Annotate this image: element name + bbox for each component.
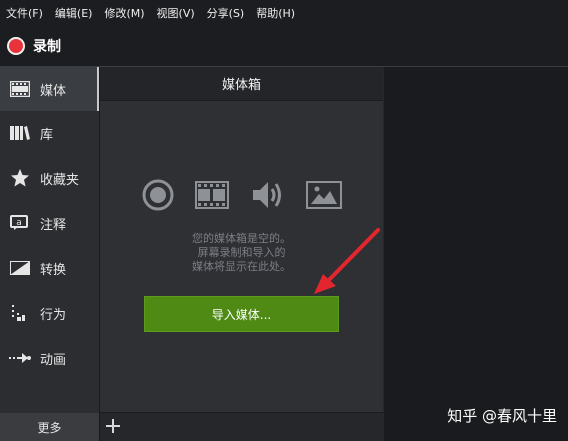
record-label: 录制 — [33, 39, 61, 55]
import-media-button[interactable]: 导入媒体... — [144, 296, 339, 332]
behavior-icon — [9, 302, 31, 324]
add-icon[interactable] — [102, 415, 124, 437]
media-type-icons — [142, 179, 342, 215]
audio-media-icon — [251, 179, 285, 215]
sidebar-item-favorites[interactable]: 收藏夹 — [0, 156, 99, 200]
menu-edit[interactable]: 编辑(E) — [49, 5, 99, 21]
sidebar-item-label: 行为 — [40, 307, 67, 323]
record-media-icon — [142, 179, 174, 215]
library-books-icon — [9, 122, 31, 144]
svg-text:a: a — [16, 218, 22, 228]
sidebar-item-label: 注释 — [40, 217, 67, 233]
empty-line: 您的媒体箱是空的。 — [192, 232, 291, 245]
sidebar-item-label: 动画 — [40, 352, 67, 368]
menu-share[interactable]: 分享(S) — [201, 5, 251, 21]
sidebar-item-transitions[interactable]: 转换 — [0, 246, 99, 290]
image-media-icon — [305, 181, 342, 213]
record-button[interactable]: 录制 — [0, 36, 61, 56]
canvas-area: 知乎 @春风十里 — [384, 67, 568, 441]
watermark: 知乎 @春风十里 — [447, 407, 557, 425]
annotation-bubble-icon: a — [9, 212, 31, 234]
sidebar-item-animations[interactable]: 动画 — [0, 336, 99, 380]
empty-bin-message: 您的媒体箱是空的。 屏幕录制和导入的 媒体将显示在此处。 — [100, 232, 383, 274]
sidebar-item-library[interactable]: 库 — [0, 111, 99, 155]
sidebar-item-label: 转换 — [40, 262, 67, 278]
sidebar-item-label: 库 — [40, 127, 54, 143]
menu-help[interactable]: 帮助(H) — [250, 5, 301, 21]
sidebar: 媒体 库 收藏夹 a 注释 转换 行为 动画 更多 — [0, 67, 100, 441]
transition-icon — [9, 257, 31, 279]
record-toolbar: 录制 — [0, 26, 568, 67]
empty-line: 屏幕录制和导入的 — [197, 246, 286, 259]
menu-bar: 文件(F) 编辑(E) 修改(M) 视图(V) 分享(S) 帮助(H) — [0, 0, 568, 26]
star-icon — [9, 167, 31, 189]
empty-line: 媒体将显示在此处。 — [192, 260, 291, 273]
animation-arrow-icon — [9, 347, 31, 369]
media-bin-panel: 媒体箱 您的媒体箱是空的。 屏幕录制和导入的 媒体将显示在此处。 导入媒体... — [100, 67, 383, 441]
menu-modify[interactable]: 修改(M) — [98, 5, 150, 21]
panel-title: 媒体箱 — [100, 67, 383, 101]
sidebar-item-annotations[interactable]: a 注释 — [0, 201, 99, 245]
menu-view[interactable]: 视图(V) — [151, 5, 201, 21]
record-dot-icon — [7, 37, 25, 55]
film-strip-icon — [9, 78, 31, 100]
sidebar-item-behaviors[interactable]: 行为 — [0, 291, 99, 335]
sidebar-item-label: 收藏夹 — [40, 172, 80, 188]
more-button[interactable]: 更多 — [0, 413, 99, 441]
menu-file[interactable]: 文件(F) — [0, 5, 49, 21]
sidebar-item-media[interactable]: 媒体 — [0, 67, 99, 111]
panel-bottom-bar — [100, 412, 383, 441]
sidebar-item-label: 媒体 — [40, 83, 67, 99]
video-media-icon — [195, 181, 230, 213]
